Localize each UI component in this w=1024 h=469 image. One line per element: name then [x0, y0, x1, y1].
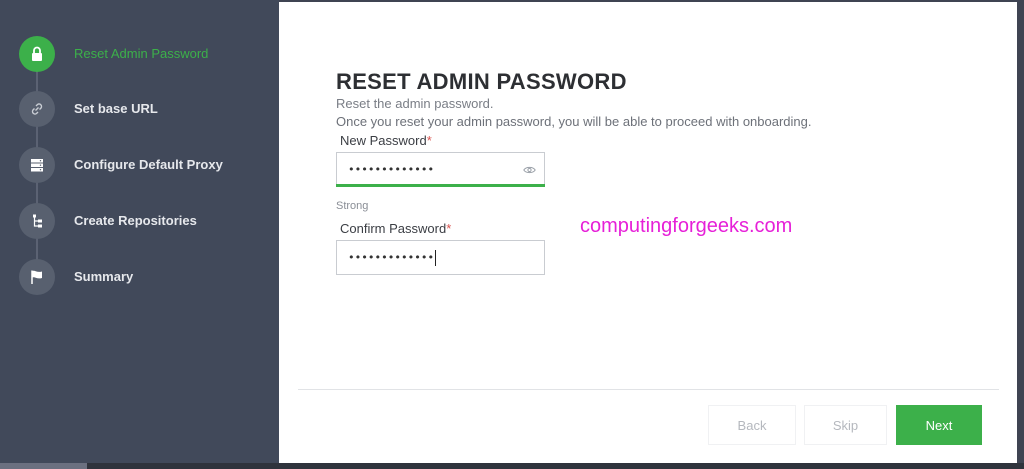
- step-label: Configure Default Proxy: [74, 157, 223, 172]
- confirm-password-label-text: Confirm Password: [340, 221, 447, 236]
- new-password-label-text: New Password: [340, 133, 427, 148]
- back-button[interactable]: Back: [708, 405, 796, 445]
- bottom-strip-highlight: [0, 463, 87, 469]
- required-mark: *: [426, 133, 432, 148]
- link-icon: [19, 90, 55, 127]
- page-title: RESET ADMIN PASSWORD: [336, 69, 627, 94]
- required-mark: *: [446, 221, 452, 236]
- tree-icon: [19, 202, 55, 239]
- window-edge: [1017, 0, 1024, 469]
- step-summary[interactable]: Summary: [19, 258, 269, 295]
- skip-button[interactable]: Skip: [804, 405, 887, 445]
- step-create-repositories[interactable]: Create Repositories: [19, 202, 269, 239]
- new-password-label: New Password*: [340, 133, 432, 148]
- password-strength-bar: [336, 184, 545, 187]
- confirm-password-input[interactable]: •••••••••••••: [336, 240, 545, 275]
- password-strength-text: Strong: [336, 200, 369, 212]
- page-description: Once you reset your admin password, you …: [336, 114, 812, 129]
- new-password-value: •••••••••••••: [348, 163, 435, 176]
- step-label: Reset Admin Password: [74, 46, 209, 61]
- lock-icon: [19, 35, 55, 72]
- footer-divider: [298, 389, 999, 390]
- flag-icon: [19, 258, 55, 295]
- step-reset-admin-password[interactable]: Reset Admin Password: [19, 35, 269, 72]
- bottom-strip: [0, 463, 1024, 469]
- confirm-password-label: Confirm Password*: [340, 221, 451, 236]
- text-cursor: [435, 249, 437, 266]
- step-label: Create Repositories: [74, 213, 197, 228]
- watermark-text: computingforgeeks.com: [580, 215, 793, 237]
- new-password-input[interactable]: •••••••••••••: [336, 152, 545, 187]
- step-label: Set base URL: [74, 101, 158, 116]
- page-subtitle: Reset the admin password.: [336, 96, 494, 111]
- sidebar: Reset Admin Password Set base URL Config…: [0, 0, 279, 469]
- main-panel: RESET ADMIN PASSWORD Reset the admin pas…: [279, 2, 1017, 463]
- step-configure-default-proxy[interactable]: Configure Default Proxy: [19, 146, 269, 183]
- step-set-base-url[interactable]: Set base URL: [19, 90, 269, 127]
- next-button[interactable]: Next: [896, 405, 982, 445]
- step-label: Summary: [74, 269, 134, 284]
- eye-icon[interactable]: [523, 165, 536, 175]
- server-icon: [19, 146, 55, 183]
- confirm-password-value: •••••••••••••: [348, 251, 435, 264]
